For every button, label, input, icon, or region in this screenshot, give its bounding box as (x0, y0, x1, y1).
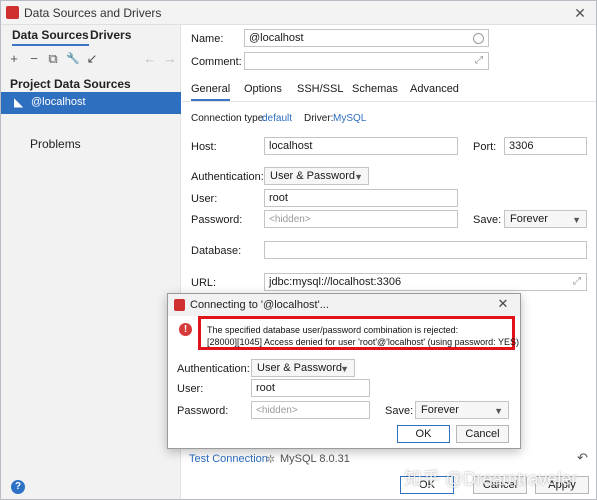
error-message-box: The specified database user/password com… (198, 316, 519, 350)
dialog-save-value: Forever (421, 404, 459, 416)
connection-type-label: Connection type: (191, 113, 267, 124)
chevron-down-icon: ▼ (572, 215, 581, 225)
driver-version-text: MySQL 8.0.31 (280, 453, 350, 465)
window-title: Data Sources and Drivers (24, 6, 162, 20)
user-label: User: (191, 193, 218, 205)
port-label: Port: (473, 141, 497, 153)
project-data-sources-heading: Project Data Sources (10, 77, 131, 91)
dialog-title-bar: Connecting to '@localhost'... ✕ (168, 294, 520, 316)
dialog-close-icon[interactable]: ✕ (495, 296, 511, 312)
dialog-password-label: Password: (177, 405, 229, 417)
port-field[interactable]: 3306 (504, 137, 587, 155)
test-connection-link[interactable]: Test Connection (189, 453, 268, 465)
tab-data-sources[interactable]: Data Sources (12, 28, 89, 46)
authentication-dropdown[interactable]: User & Password ▼ (264, 167, 369, 185)
sidebar-toolbar: + − ⧉ 🔧 ↙ ← → (1, 49, 181, 71)
dialog-user-label: User: (177, 383, 204, 395)
comment-field[interactable] (244, 52, 489, 70)
tab-ssh-ssl[interactable]: SSH/SSL (297, 83, 343, 95)
app-icon (174, 299, 185, 311)
dialog-save-label: Save: (385, 405, 414, 417)
driver-label: Driver: (304, 113, 334, 124)
tab-schemas[interactable]: Schemas (352, 83, 398, 95)
user-field[interactable]: root (264, 189, 458, 207)
save-label: Save: (473, 214, 502, 226)
title-bar: Data Sources and Drivers ✕ (1, 1, 596, 25)
wrench-icon[interactable]: 🔧 (65, 51, 81, 67)
name-label: Name: (191, 33, 224, 45)
chevron-down-icon: ▼ (494, 406, 503, 416)
dialog-title: Connecting to '@localhost'... (190, 299, 329, 311)
window-close-icon[interactable]: ✕ (571, 4, 589, 22)
tab-drivers[interactable]: Drivers (90, 28, 131, 42)
tab-advanced[interactable]: Advanced (410, 83, 459, 95)
comment-label: Comment: (191, 56, 242, 68)
back-arrow-icon[interactable]: ← (142, 51, 158, 67)
forward-arrow-icon[interactable]: → (162, 51, 178, 67)
database-label: Database: (191, 245, 242, 257)
data-sources-window: Data Sources and Drivers ✕ Data Sources … (0, 0, 597, 500)
save-dropdown[interactable]: Forever ▼ (504, 210, 587, 228)
move-icon[interactable]: ↙ (84, 51, 100, 67)
url-label: URL: (191, 277, 217, 289)
error-line-2: [28000][1045] Access denied for user 'ro… (207, 337, 520, 347)
dialog-cancel-button[interactable]: Cancel (456, 425, 509, 443)
revert-icon[interactable]: ↶ (577, 450, 588, 466)
copy-icon[interactable]: ⧉ (45, 51, 61, 67)
database-field[interactable] (264, 241, 587, 259)
dialog-authentication-dropdown[interactable]: User & Password ▼ (251, 359, 355, 377)
spinner-icon: ✲ (266, 454, 276, 466)
authentication-value: User & Password (270, 170, 355, 182)
dialog-ok-button[interactable]: OK (397, 425, 450, 443)
add-icon[interactable]: + (6, 51, 22, 67)
watermark-text: 知乎 @Dreamtraveler (404, 469, 578, 489)
help-icon[interactable]: ? (11, 480, 25, 494)
mysql-dolphin-icon: ◣ (14, 95, 24, 109)
remove-icon[interactable]: − (26, 51, 42, 67)
dialog-password-field[interactable]: <hidden> (251, 401, 370, 419)
color-circle-icon[interactable] (473, 33, 484, 44)
sidebar-item-label: @localhost (31, 96, 86, 108)
host-label: Host: (191, 141, 217, 153)
chevron-down-icon: ▼ (340, 364, 349, 374)
dialog-authentication-value: User & Password (257, 362, 342, 374)
connection-type-link[interactable]: default (262, 113, 292, 124)
password-field[interactable]: <hidden> (264, 210, 458, 228)
dialog-save-dropdown[interactable]: Forever ▼ (415, 401, 509, 419)
save-value: Forever (510, 213, 548, 225)
dialog-user-field[interactable]: root (251, 379, 370, 397)
host-field[interactable]: localhost (264, 137, 458, 155)
authentication-label: Authentication: (191, 171, 264, 183)
url-field[interactable]: jdbc:mysql://localhost:3306 (264, 273, 587, 291)
dialog-authentication-label: Authentication: (177, 363, 250, 375)
sidebar-item-problems[interactable]: Problems (30, 137, 81, 151)
error-icon: ! (179, 323, 192, 336)
tab-general[interactable]: General (191, 83, 231, 101)
expand-icon[interactable]: ⤢ (573, 276, 581, 287)
name-field[interactable]: @localhost (244, 29, 489, 47)
sidebar-tabs: Data Sources Drivers (1, 25, 181, 47)
error-line-1: The specified database user/password com… (207, 325, 459, 335)
tab-options[interactable]: Options (244, 83, 282, 95)
app-icon (6, 6, 19, 19)
chevron-down-icon: ▼ (354, 172, 363, 182)
expand-icon[interactable]: ⤢ (475, 55, 483, 66)
form-tabs: General Options SSH/SSL Schemas Advanced (182, 78, 596, 102)
password-label: Password: (191, 214, 243, 226)
driver-link[interactable]: MySQL (333, 113, 366, 124)
sidebar: Data Sources Drivers + − ⧉ 🔧 ↙ ← → Proje… (1, 25, 181, 499)
connecting-dialog: Connecting to '@localhost'... ✕ ! The sp… (167, 293, 521, 449)
sidebar-item-localhost[interactable]: ◣ @localhost (1, 92, 181, 114)
